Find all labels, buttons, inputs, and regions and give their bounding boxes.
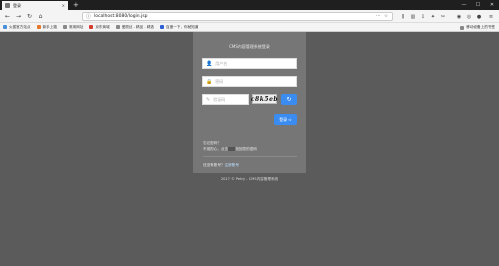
user-icon: 👤: [206, 60, 213, 67]
page-footer: 2017 © Petry - CMS内容管理系统: [220, 177, 279, 181]
login-button[interactable]: 登录 ➪: [274, 114, 297, 125]
divider: [203, 156, 297, 157]
forgot-password-text: 不用担心，点击这里找回您的密码: [203, 147, 257, 152]
bookmark-icon: [89, 25, 94, 29]
url-text[interactable]: localhost:8080/login.jsp: [94, 14, 373, 19]
menu-icon[interactable]: ≡: [487, 12, 495, 21]
bookmark-item[interactable]: 百度一下，你就知道: [160, 25, 198, 30]
bookmark-item[interactable]: 火狐官方站点: [3, 25, 31, 30]
bookmark-icon: [115, 25, 120, 29]
sync-icon[interactable]: ◎: [465, 12, 473, 21]
bookmark-folder[interactable]: 常用网址: [62, 24, 84, 30]
login-title: CMS内容管理系统登录: [229, 44, 270, 49]
browser-titlebar: 登录 × + — ☐ ✕: [0, 0, 499, 10]
site-info-icon[interactable]: ⓘ: [86, 13, 91, 20]
chat-icon[interactable]: ◉: [455, 12, 463, 21]
username-placeholder: 用户名: [215, 60, 228, 66]
extensions-icon[interactable]: ✦: [429, 12, 437, 21]
back-arrow-icon[interactable]: ←: [3, 12, 12, 21]
forward-arrow-icon[interactable]: →: [14, 12, 23, 21]
paw-icon: [160, 25, 165, 29]
browser-navbar: ← → ↻ ⌂ ⓘ localhost:8080/login.jsp ⋯ ☆ ⫼…: [0, 10, 499, 23]
captcha-image[interactable]: c8k5eb: [251, 94, 278, 104]
key-icon: ✎: [206, 96, 211, 103]
password-field[interactable]: 🔒 密码: [202, 76, 297, 87]
register-text: 还没有账号？注册账号: [203, 163, 239, 168]
forgot-suffix: 找回您的密码: [235, 147, 257, 151]
bookmark-item[interactable]: 爱丽丝 - 精品 - 精选: [115, 24, 155, 30]
new-tab-button[interactable]: +: [73, 0, 79, 10]
library-icon[interactable]: ⫼: [399, 12, 407, 21]
page-favicon-icon: [5, 3, 10, 8]
folder-icon: [62, 25, 67, 29]
tab-title: 登录: [13, 2, 21, 8]
bookmark-label: 京东商城: [95, 24, 110, 29]
bookmark-label: 爱丽丝 - 精品 - 精选: [121, 24, 155, 29]
folder-icon: [460, 25, 465, 30]
mobile-bookmarks[interactable]: 移动设备上的书签: [460, 25, 495, 30]
bookmark-label: 百度一下，你就知道: [166, 24, 199, 29]
bookmark-item[interactable]: 新手上路: [36, 24, 57, 30]
bookmark-icon: [36, 25, 41, 29]
account-icon[interactable]: ●: [475, 12, 483, 21]
bookmark-icon: [3, 25, 7, 29]
sidebar-icon[interactable]: ▥: [409, 12, 417, 21]
register-link[interactable]: 注册账号: [225, 163, 239, 167]
captcha-field[interactable]: ✎ 验证码: [202, 94, 249, 105]
tab-close-icon[interactable]: ×: [62, 3, 65, 8]
captcha-placeholder: 验证码: [213, 96, 226, 102]
refresh-captcha-button[interactable]: ↻: [281, 94, 297, 105]
home-icon[interactable]: ⌂: [36, 12, 45, 21]
maximize-button[interactable]: ☐: [471, 0, 485, 10]
forgot-password-title: 忘记密码？: [203, 141, 221, 145]
screenshot-icon[interactable]: ✂: [439, 12, 447, 21]
bookmark-label: 火狐官方站点: [9, 24, 31, 29]
username-field[interactable]: 👤 用户名: [202, 58, 297, 69]
minimize-button[interactable]: —: [457, 0, 471, 10]
downloads-icon[interactable]: ⇩: [419, 12, 427, 21]
lock-icon: 🔒: [206, 78, 213, 85]
password-placeholder: 密码: [215, 78, 224, 84]
bookmark-label: 常用网址: [68, 24, 84, 29]
bookmarks-bar: 火狐官方站点 新手上路 常用网址 京东商城 爱丽丝 - 精品 - 精选 百度一下…: [0, 23, 499, 32]
register-prefix: 还没有账号？: [203, 163, 225, 167]
mobile-bookmarks-label: 移动设备上的书签: [466, 25, 495, 29]
address-bar[interactable]: ⓘ localhost:8080/login.jsp ⋯ ☆: [82, 12, 393, 21]
bookmark-label: 新手上路: [42, 24, 57, 29]
refresh-icon: ↻: [286, 96, 292, 103]
reload-icon[interactable]: ↻: [25, 12, 34, 21]
forgot-prefix: 不用担心，点击: [203, 147, 229, 151]
close-window-button[interactable]: ✕: [485, 0, 499, 10]
page-actions-icon[interactable]: ⋯ ☆: [376, 14, 389, 19]
bookmark-item[interactable]: 京东商城: [89, 24, 110, 30]
tab-login[interactable]: 登录 ×: [2, 1, 68, 10]
